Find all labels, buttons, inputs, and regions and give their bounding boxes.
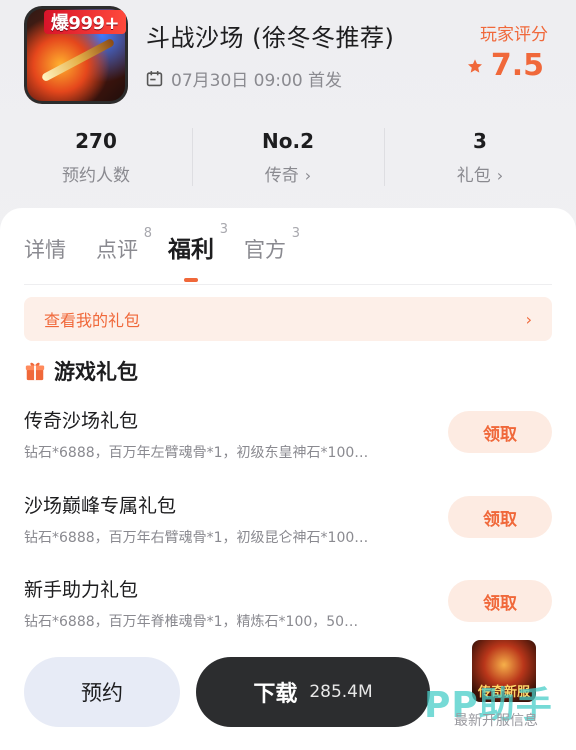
tab-reviews[interactable]: 点评 8 — [96, 226, 152, 264]
stat-value: No.2 — [262, 128, 314, 153]
claim-button[interactable]: 领取 — [448, 411, 552, 453]
gift-name: 沙场巅峰专属礼包 — [24, 495, 177, 517]
rating: 7.5 — [467, 48, 544, 83]
download-button[interactable]: 下载 285.4M — [196, 657, 430, 727]
star-icon — [467, 58, 482, 73]
stats-row: 270 预约人数 No.2 传奇 › 3 礼包 › — [0, 122, 576, 192]
gift-item: 传奇沙场礼包 钻石*6888，百万年左臂魂骨*1，初级东皇神石*100… 领取 — [24, 406, 552, 468]
chevron-right-icon: › — [525, 309, 532, 329]
stat-value: 3 — [473, 128, 487, 153]
section-title-text: 游戏礼包 — [54, 360, 138, 384]
my-gifts-label: 查看我的礼包 — [44, 311, 141, 330]
game-icon: 爆999+ — [24, 6, 128, 104]
gift-desc: 钻石*6888，百万年左臂魂骨*1，初级东皇神石*100… — [24, 445, 369, 461]
calendar-icon — [146, 71, 163, 87]
claim-button[interactable]: 领取 — [448, 580, 552, 622]
gift-name: 传奇沙场礼包 — [24, 410, 139, 432]
chevron-right-icon: › — [496, 165, 504, 185]
my-gifts-link[interactable]: 查看我的礼包 › — [24, 297, 552, 341]
active-tab-indicator — [184, 278, 198, 282]
rating-value: 7.5 — [490, 48, 544, 83]
gift-icon — [25, 362, 45, 381]
gift-desc: 钻石*6888，百万年右臂魂骨*1，初级昆仑神石*100… — [24, 530, 369, 546]
download-label: 下载 — [253, 682, 298, 707]
gift-name: 新手助力礼包 — [24, 579, 139, 601]
stat-label: 预约人数 — [62, 165, 130, 186]
watermark-subtitle: 最新开服信息 — [454, 713, 538, 729]
gift-item: 沙场巅峰专属礼包 钻石*6888，百万年右臂魂骨*1，初级昆仑神石*100… 领… — [24, 491, 552, 553]
tab-bar: 详情 点评 8 福利 3 官方 3 — [24, 222, 316, 282]
download-size: 285.4M — [309, 682, 373, 702]
release-info: 07月30日 09:00 首发 — [146, 66, 342, 91]
claim-button[interactable]: 领取 — [448, 496, 552, 538]
stat-label: 礼包 › — [456, 165, 504, 186]
chevron-right-icon: › — [304, 165, 312, 185]
tab-benefits[interactable]: 福利 3 — [168, 222, 228, 282]
stat-value: 270 — [75, 128, 117, 153]
divider — [24, 284, 552, 285]
release-text: 07月30日 09:00 首发 — [171, 71, 343, 91]
sword-graphic — [40, 37, 116, 83]
reserve-button[interactable]: 预约 — [24, 657, 180, 727]
tab-count: 8 — [143, 226, 152, 241]
gift-desc: 钻石*6888，百万年脊椎魂骨*1，精炼石*100，50… — [24, 614, 359, 630]
stat-ranking[interactable]: No.2 传奇 › — [192, 122, 384, 192]
game-title: 斗战沙场 (徐冬冬推荐) — [146, 24, 395, 52]
section-title: 游戏礼包 — [24, 356, 138, 386]
stat-gifts[interactable]: 3 礼包 › — [384, 122, 576, 192]
tab-count: 3 — [219, 222, 228, 237]
icon-badge: 爆999+ — [44, 10, 126, 34]
tab-details[interactable]: 详情 — [24, 234, 66, 264]
tab-count: 3 — [291, 226, 300, 241]
gift-item: 新手助力礼包 钻石*6888，百万年脊椎魂骨*1，精炼石*100，50… 领取 — [24, 575, 552, 637]
stat-label: 传奇 › — [264, 165, 312, 186]
stat-reservations: 270 预约人数 — [0, 122, 192, 192]
rating-label: 玩家评分 — [480, 25, 548, 45]
tab-official[interactable]: 官方 3 — [244, 226, 300, 264]
